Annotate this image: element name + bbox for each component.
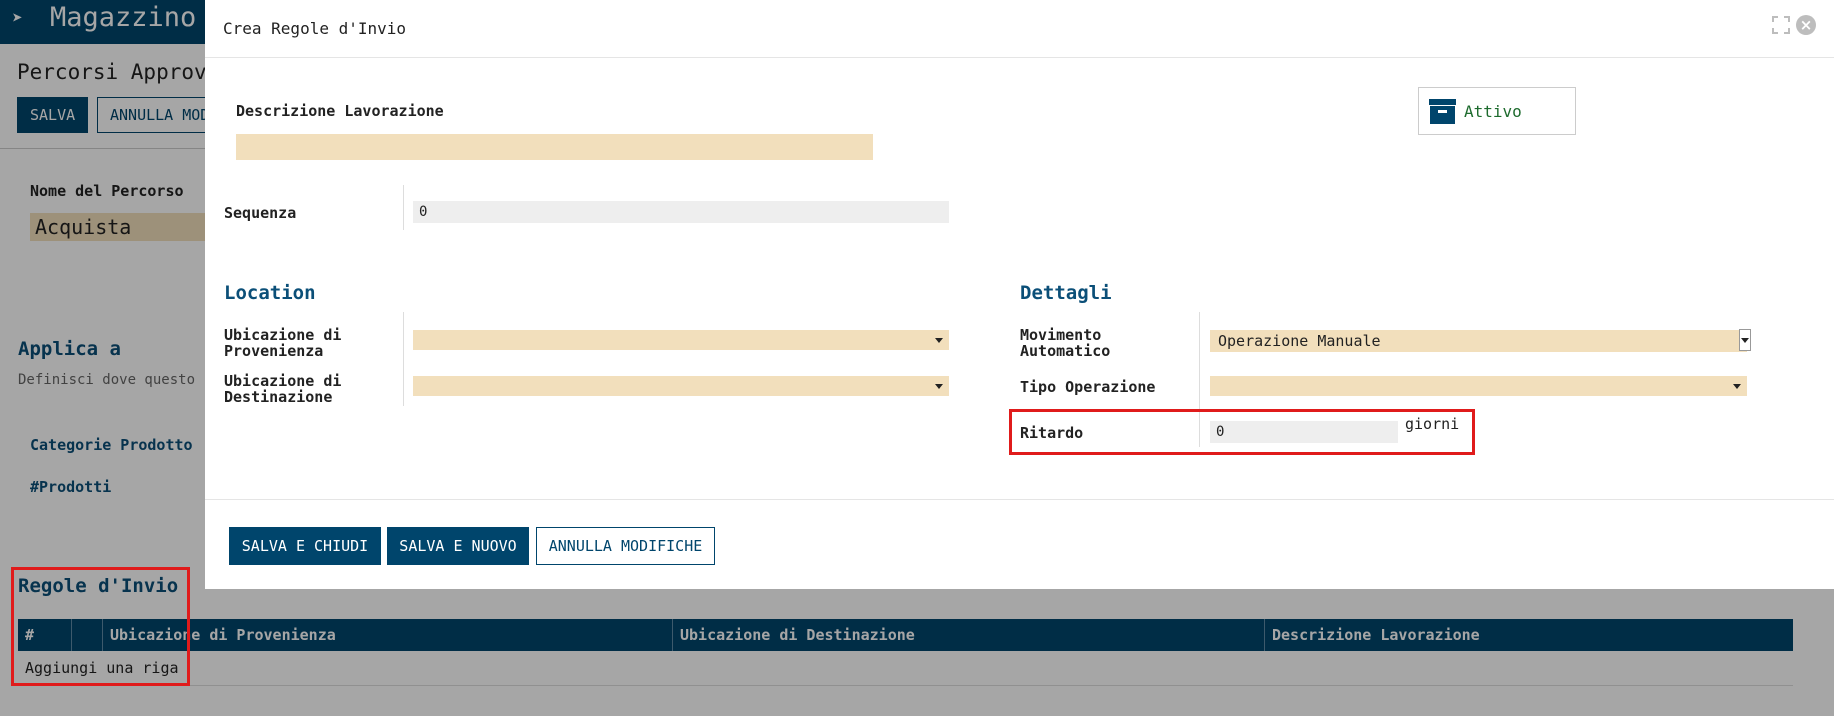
field-divider <box>403 312 404 406</box>
archive-icon <box>1429 99 1456 124</box>
source-location-label-line2: Provenienza <box>224 342 324 360</box>
active-toggle-button[interactable]: Attivo <box>1418 87 1576 135</box>
operation-type-select[interactable] <box>1210 376 1747 396</box>
dialog-title: Crea Regole d'Invio <box>223 19 407 38</box>
source-location-select[interactable] <box>413 330 949 350</box>
dialog-footer-divider <box>205 499 1834 500</box>
destination-location-label: Ubicazione di Destinazione <box>224 373 341 405</box>
dropdown-button[interactable] <box>1739 329 1751 351</box>
create-rule-dialog: Crea Regole d'Invio × Descrizione Lavora… <box>205 0 1834 589</box>
sequence-input[interactable]: 0 <box>413 201 949 223</box>
delay-unit: giorni <box>1405 415 1460 433</box>
field-divider <box>403 185 404 230</box>
description-label: Descrizione Lavorazione <box>236 102 444 120</box>
auto-move-label: Movimento Automatico <box>1020 327 1110 359</box>
delay-label: Ritardo <box>1020 424 1084 442</box>
active-label: Attivo <box>1464 102 1522 121</box>
expand-icon[interactable] <box>1772 16 1790 34</box>
destination-location-select[interactable] <box>413 376 949 396</box>
operation-type-label: Tipo Operazione <box>1020 378 1156 396</box>
save-and-close-button[interactable]: SALVA E CHIUDI <box>229 527 381 565</box>
save-and-new-button[interactable]: SALVA E NUOVO <box>387 527 529 565</box>
source-location-label: Ubicazione di Provenienza <box>224 327 341 359</box>
location-section-title: Location <box>224 282 316 304</box>
discard-changes-button[interactable]: ANNULLA MODIFICHE <box>536 527 715 565</box>
chevron-down-icon <box>1733 384 1741 389</box>
chevron-down-icon <box>935 338 943 343</box>
sequence-label: Sequenza <box>224 204 297 222</box>
auto-move-value: Operazione Manuale <box>1218 332 1381 350</box>
auto-move-label-line2: Automatico <box>1020 342 1111 360</box>
delay-input[interactable]: 0 <box>1210 421 1398 443</box>
close-icon[interactable]: × <box>1796 15 1816 35</box>
auto-move-select[interactable]: Operazione Manuale <box>1210 329 1751 352</box>
description-input[interactable] <box>236 134 873 160</box>
chevron-down-icon <box>935 384 943 389</box>
highlight-box <box>11 567 190 686</box>
destination-location-label-line2: Destinazione <box>224 388 333 406</box>
chevron-down-icon <box>1741 338 1749 343</box>
dialog-header: Crea Regole d'Invio × <box>205 0 1834 58</box>
details-section-title: Dettagli <box>1020 282 1112 304</box>
